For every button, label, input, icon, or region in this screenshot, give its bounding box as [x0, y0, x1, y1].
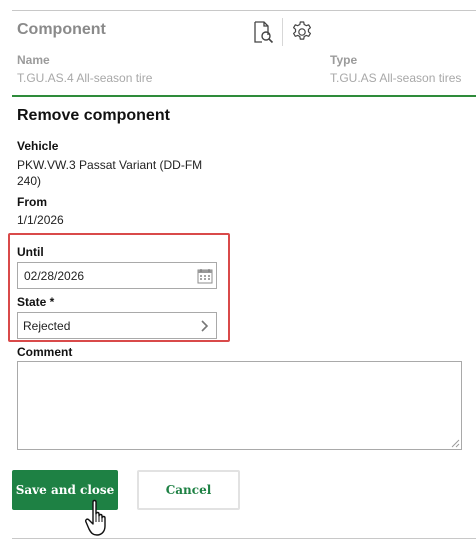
top-divider	[12, 10, 476, 11]
chevron-right-icon	[201, 320, 209, 332]
from-label: From	[17, 195, 47, 209]
section-divider	[12, 95, 476, 97]
from-value: 1/1/2026	[17, 213, 64, 227]
hand-cursor-icon	[85, 499, 106, 536]
until-label: Until	[17, 245, 44, 259]
toolbar-separator	[282, 18, 283, 46]
calendar-icon[interactable]	[197, 268, 213, 284]
state-value: Rejected	[23, 318, 71, 333]
vehicle-label: Vehicle	[17, 139, 59, 153]
vehicle-value-line2: 240)	[17, 174, 42, 188]
type-value: T.GU.AS All-season tires	[330, 71, 462, 85]
type-label: Type	[330, 53, 358, 67]
form-title: Remove component	[17, 107, 170, 124]
cancel-button[interactable]: Cancel	[137, 470, 240, 510]
state-select[interactable]: Rejected	[17, 312, 217, 339]
panel-title: Component	[17, 21, 106, 38]
comment-textarea[interactable]	[17, 361, 462, 450]
name-value: T.GU.AS.4 All-season tire	[17, 71, 153, 85]
comment-label: Comment	[17, 345, 73, 359]
document-search-button[interactable]	[249, 18, 277, 46]
until-date-value: 02/28/2026	[24, 268, 85, 283]
gear-icon	[293, 21, 311, 40]
until-date-input[interactable]: 02/28/2026	[17, 262, 217, 289]
document-search-icon	[254, 21, 274, 44]
bottom-divider	[12, 538, 476, 539]
resize-handle-icon[interactable]	[450, 438, 460, 448]
vehicle-value-line1: PKW.VW.3 Passat Variant (DD-FM	[17, 158, 203, 172]
state-label: State *	[17, 295, 55, 309]
name-label: Name	[17, 53, 50, 67]
settings-button[interactable]	[288, 18, 316, 46]
